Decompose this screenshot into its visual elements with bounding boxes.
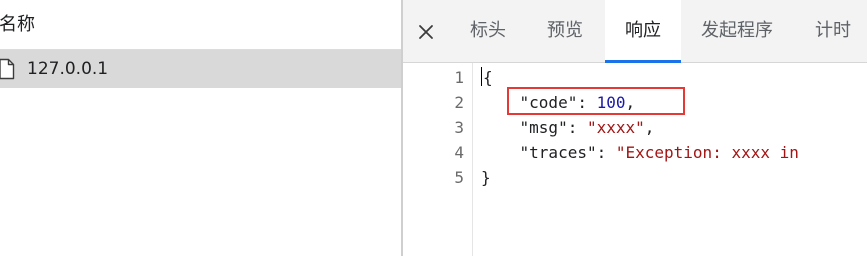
code-line-4: "traces": "Exception: xxxx in	[481, 140, 799, 165]
tab-headers[interactable]: 标头	[455, 0, 521, 62]
name-column-label: 名称	[0, 14, 35, 35]
msg-comma: ,	[644, 118, 655, 137]
response-code-viewer[interactable]: 1 2 3 4 5 { "code": 100, "msg": "xxxx", …	[403, 63, 867, 256]
code-line-3: "msg": "xxxx",	[481, 115, 655, 140]
code-comma: ,	[625, 93, 636, 112]
tab-preview[interactable]: 预览	[531, 0, 599, 62]
line-number: 1	[454, 68, 464, 87]
msg-key: "msg"	[519, 118, 568, 137]
text-cursor	[481, 67, 482, 86]
document-icon	[0, 57, 18, 81]
request-name: 127.0.0.1	[27, 59, 109, 79]
close-icon[interactable]	[413, 19, 439, 45]
code-separator: :	[577, 93, 597, 112]
tab-response[interactable]: 响应	[605, 0, 681, 63]
request-list-panel: 名称 127.0.0.1	[0, 0, 401, 256]
detail-tab-bar: 标头 预览 响应 发起程序 计时	[403, 0, 867, 63]
traces-separator: :	[596, 143, 616, 162]
line-number: 2	[454, 93, 464, 112]
line-number: 3	[454, 118, 464, 137]
close-brace: }	[481, 168, 491, 187]
name-column-header[interactable]: 名称	[0, 0, 401, 50]
request-row[interactable]: 127.0.0.1	[0, 50, 401, 88]
code-line-1: {	[481, 65, 493, 90]
msg-separator: :	[567, 118, 587, 137]
line-number: 5	[454, 168, 464, 187]
traces-key: "traces"	[519, 143, 597, 162]
traces-value: "Exception: xxxx in	[615, 143, 799, 162]
tab-timing[interactable]: 计时	[801, 0, 865, 62]
code-value: 100	[596, 93, 626, 112]
line-number: 4	[454, 143, 464, 162]
msg-value: "xxxx"	[586, 118, 645, 137]
code-key: "code"	[519, 93, 578, 112]
devtools-network-panel: 名称 127.0.0.1 标头 预览 响应 发起程序 计时 1 2 3 4 5 …	[0, 0, 867, 256]
code-line-5: }	[481, 165, 491, 190]
code-line-2: "code": 100,	[481, 90, 636, 115]
tab-initiator[interactable]: 发起程序	[687, 0, 787, 62]
line-number-gutter: 1 2 3 4 5	[403, 63, 473, 256]
request-detail-panel: 标头 预览 响应 发起程序 计时 1 2 3 4 5 { "code": 100…	[403, 0, 867, 256]
open-brace: {	[483, 68, 493, 87]
